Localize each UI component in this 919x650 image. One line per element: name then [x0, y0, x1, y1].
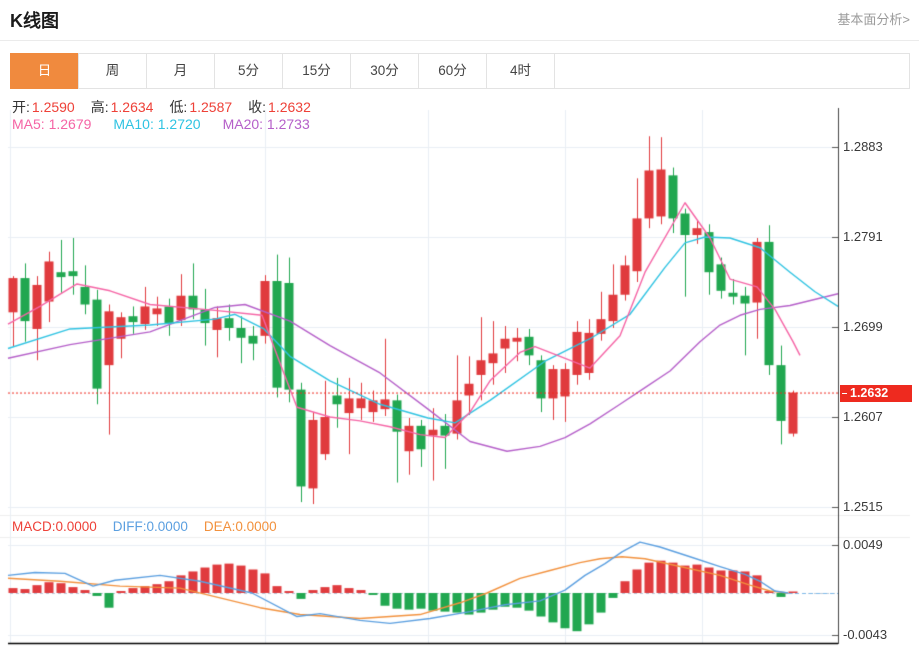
ma-readout: MA5: 1.2679 MA10: 1.2720 MA20: 1.2733	[12, 116, 310, 132]
tab-15min[interactable]: 15分	[282, 53, 351, 89]
macd-axis-label: -0.0043	[843, 627, 888, 642]
kline-widget: K线图 基本面分析> 日周月 5分 15分 30分 60分 4时 开: 1.2590 高: 1…	[0, 0, 919, 650]
price-axis-label: 1.2791	[843, 229, 883, 244]
ohlc-close: 收: 1.2632	[248, 99, 311, 115]
tab-4hour[interactable]: 4时	[486, 53, 555, 89]
price-axis-label: 1.2515	[843, 499, 883, 514]
macd-value-label: MACD:0.0000	[12, 519, 97, 534]
tab-30min[interactable]: 30分	[350, 53, 419, 89]
price-axis-label: 1.2699	[843, 319, 883, 334]
ohlc-open: 开: 1.2590	[12, 99, 75, 115]
page-title: K线图	[10, 11, 59, 31]
ma5-label: MA5: 1.2679	[12, 116, 92, 132]
tab-month[interactable]: 月	[146, 53, 215, 89]
title-divider	[0, 40, 919, 41]
ohlc-high: 高: 1.2634	[90, 99, 154, 115]
price-axis-label: 1.2607	[843, 409, 883, 424]
price-axis-label: 1.2883	[843, 139, 883, 154]
macd-readout: MACD:0.0000 DIFF:0.0000 DEA:0.0000	[12, 519, 277, 534]
tab-60min[interactable]: 60分	[418, 53, 487, 89]
diff-value-label: DIFF:0.0000	[112, 519, 188, 534]
ohlc-readout: 开: 1.2590 高: 1.2634 低: 1.2587 收: 1.2632	[12, 97, 311, 117]
ohlc-low: 低: 1.2587	[169, 99, 233, 115]
tab-week[interactable]: 周	[78, 53, 147, 89]
tabbar-filler	[554, 53, 910, 89]
ma20-label: MA20: 1.2733	[222, 116, 310, 132]
interval-tabbar: 日周月 5分 15分 30分 60分 4时	[10, 53, 910, 89]
tab-day[interactable]: 日	[10, 53, 79, 89]
tab-5min[interactable]: 5分	[214, 53, 283, 89]
macd-axis-label: 0.0049	[843, 537, 883, 552]
ma10-label: MA10: 1.2720	[113, 116, 201, 132]
fundamental-analysis-link[interactable]: 基本面分析>	[837, 9, 910, 28]
dea-value-label: DEA:0.0000	[203, 519, 277, 534]
current-price-tag: 1.2632	[840, 384, 912, 402]
